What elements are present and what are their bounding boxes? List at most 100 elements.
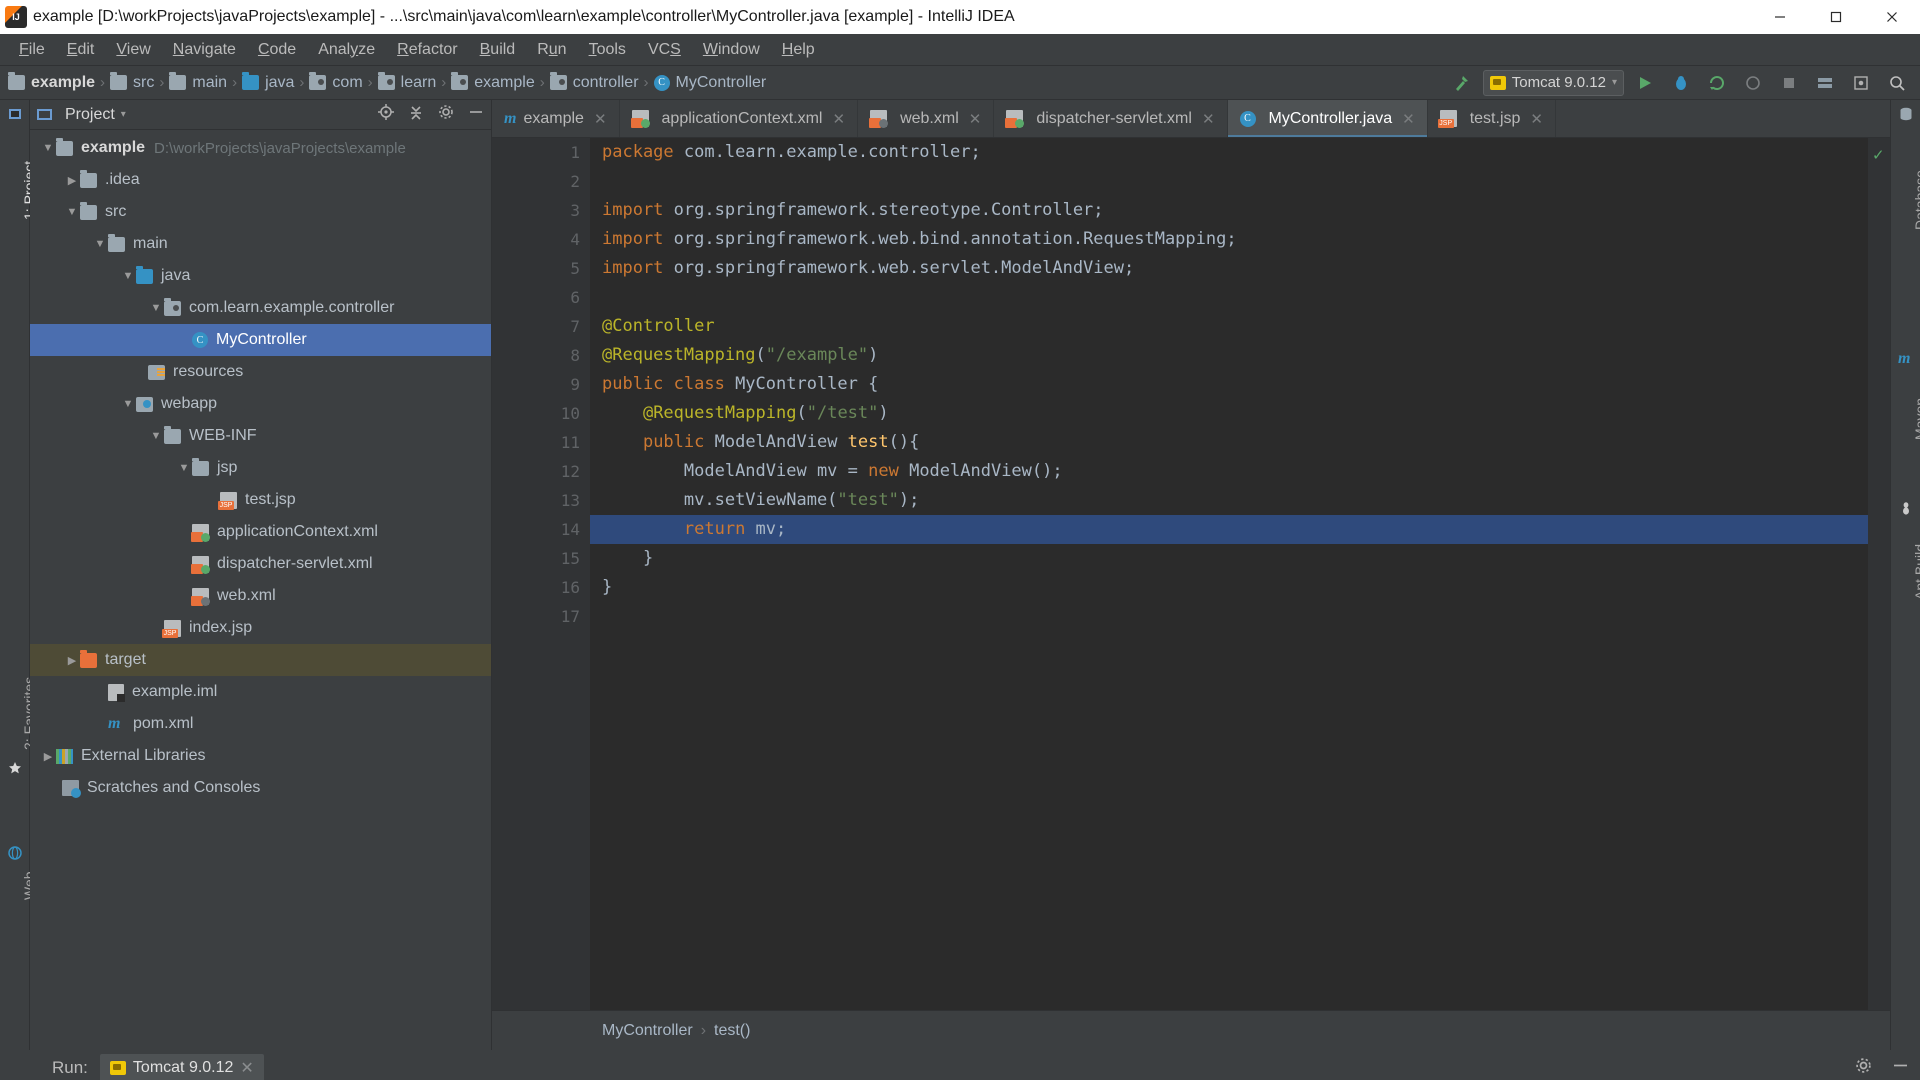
run-icon[interactable]	[1630, 70, 1660, 96]
chevron-down-icon[interactable]: ▼	[40, 140, 56, 156]
line-number: 4	[570, 230, 580, 249]
settings-icon[interactable]	[1846, 70, 1876, 96]
chevron-down-icon[interactable]: ▼	[120, 396, 136, 412]
breadcrumb-class[interactable]: MyController	[602, 1022, 693, 1040]
close-button[interactable]	[1864, 0, 1920, 34]
locate-file-icon[interactable]	[377, 103, 395, 126]
hide-panel-icon[interactable]	[467, 103, 485, 126]
menu-item-run[interactable]: Run	[526, 37, 577, 63]
tree-node-dispatcher-servlet[interactable]: dispatcher-servlet.xml	[30, 548, 491, 580]
menu-item-edit[interactable]: Edit	[56, 37, 106, 63]
hide-panel-icon[interactable]	[1891, 1056, 1910, 1080]
chevron-down-icon[interactable]: ▼	[64, 204, 80, 220]
chevron-right-icon[interactable]: ▶	[64, 172, 80, 188]
chevron-down-icon[interactable]: ▼	[148, 428, 164, 444]
code-line: @RequestMapping("/example")	[602, 345, 879, 365]
editor-gutter[interactable]: 1 2 3 4 5 6 7 8 9 10 11 12 13 14 15 16 1…	[492, 138, 590, 1010]
sidebar-item-maven[interactable]: Maven	[1912, 398, 1920, 440]
tree-node-example-iml[interactable]: example.iml	[30, 676, 491, 708]
chevron-down-icon[interactable]: ▼	[92, 236, 108, 252]
menu-item-code[interactable]: Code	[247, 37, 307, 63]
maximize-button[interactable]	[1808, 0, 1864, 34]
breadcrumb-mycontroller[interactable]: C MyController	[653, 74, 766, 92]
chevron-down-icon[interactable]: ▼	[176, 460, 192, 476]
menu-item-help[interactable]: Help	[771, 37, 826, 63]
stop-icon[interactable]	[1774, 70, 1804, 96]
debug-icon[interactable]	[1666, 70, 1696, 96]
editor-tab-dispatcher-servlet-xml[interactable]: dispatcher-servlet.xml ✕	[994, 100, 1228, 137]
deploy-icon[interactable]	[1810, 70, 1840, 96]
menu-item-navigate[interactable]: Navigate	[162, 37, 247, 63]
run-configuration-selector[interactable]: Tomcat 9.0.12 ▾	[1482, 69, 1624, 96]
tree-node-resources[interactable]: resources	[30, 356, 491, 388]
close-icon[interactable]: ✕	[832, 110, 845, 128]
update-app-icon[interactable]	[1702, 70, 1732, 96]
tree-node-mycontroller[interactable]: C MyController	[30, 324, 491, 356]
tree-node-package[interactable]: ▼ com.learn.example.controller	[30, 292, 491, 324]
editor-tab-web-xml[interactable]: web.xml ✕	[858, 100, 995, 137]
code-text-area[interactable]: package com.learn.example.controller; im…	[590, 138, 1868, 1010]
breadcrumb-controller[interactable]: controller	[549, 72, 639, 92]
close-icon[interactable]: ✕	[594, 110, 607, 128]
chevron-down-icon[interactable]: ▼	[120, 268, 136, 284]
menu-item-window[interactable]: Window	[692, 37, 771, 63]
close-icon[interactable]: ✕	[1202, 110, 1215, 128]
project-tree[interactable]: ▼ example D:\workProjects\javaProjects\e…	[30, 130, 491, 1050]
sidebar-item-ant-build[interactable]: Ant Build	[1912, 544, 1920, 600]
editor-tab-mycontroller-java[interactable]: C MyController.java ✕	[1227, 100, 1428, 137]
menu-item-tools[interactable]: Tools	[578, 37, 637, 63]
breadcrumb-method[interactable]: test()	[714, 1022, 750, 1040]
editor-tab-test-jsp[interactable]: test.jsp ✕	[1428, 100, 1556, 137]
menu-item-vcs[interactable]: VCS	[637, 37, 692, 63]
editor-tab-applicationcontext-xml[interactable]: applicationContext.xml ✕	[620, 100, 859, 137]
tree-node-target[interactable]: ▶ target	[30, 644, 491, 676]
close-icon[interactable]: ✕	[240, 1058, 253, 1078]
minimize-button[interactable]	[1752, 0, 1808, 34]
collapse-all-icon[interactable]	[407, 103, 425, 126]
tree-node-web-xml[interactable]: web.xml	[30, 580, 491, 612]
tree-node-src[interactable]: ▼ src	[30, 196, 491, 228]
breadcrumb-com[interactable]: com	[309, 72, 363, 92]
menu-item-build[interactable]: Build	[469, 37, 527, 63]
tree-node-external-libraries[interactable]: ▶ External Libraries	[30, 740, 491, 772]
settings-gear-icon[interactable]	[1854, 1056, 1873, 1080]
editor-tab-example[interactable]: m example ✕	[492, 100, 620, 137]
tree-node-pom-xml[interactable]: m pom.xml	[30, 708, 491, 740]
close-icon[interactable]: ✕	[1402, 110, 1415, 128]
run-config-tab[interactable]: Tomcat 9.0.12 ✕	[99, 1054, 264, 1080]
breadcrumb-java[interactable]: java	[242, 72, 295, 92]
chevron-down-icon[interactable]: ▼	[148, 300, 164, 316]
editor-marker-bar[interactable]: ✓	[1868, 138, 1890, 1010]
menu-item-refactor[interactable]: Refactor	[386, 37, 468, 63]
breadcrumb-label: java	[265, 73, 295, 91]
settings-gear-icon[interactable]	[437, 103, 455, 126]
chevron-right-icon[interactable]: ▶	[64, 652, 80, 668]
close-icon[interactable]: ✕	[969, 110, 982, 128]
tree-node-application-context[interactable]: applicationContext.xml	[30, 516, 491, 548]
tree-node-index-jsp[interactable]: index.jsp	[30, 612, 491, 644]
tree-node-idea[interactable]: ▶ .idea	[30, 164, 491, 196]
tree-node-jsp-folder[interactable]: ▼ jsp	[30, 452, 491, 484]
tree-node-webapp[interactable]: ▼ webapp	[30, 388, 491, 420]
menu-item-file[interactable]: File	[8, 37, 56, 63]
run-coverage-icon[interactable]	[1738, 70, 1768, 96]
breadcrumb-learn[interactable]: learn	[377, 72, 436, 92]
search-icon[interactable]	[1882, 70, 1912, 96]
menu-item-analyze[interactable]: Analyze	[307, 37, 386, 63]
build-icon[interactable]	[1447, 70, 1477, 96]
close-icon[interactable]: ✕	[1530, 110, 1543, 128]
breadcrumb-src[interactable]: src	[110, 72, 154, 92]
tree-node-test-jsp[interactable]: test.jsp	[30, 484, 491, 516]
chevron-right-icon[interactable]: ▶	[40, 748, 56, 764]
tree-node-example[interactable]: ▼ example D:\workProjects\javaProjects\e…	[30, 132, 491, 164]
tree-node-main[interactable]: ▼ main	[30, 228, 491, 260]
sidebar-item-database[interactable]: Database	[1912, 170, 1920, 230]
chevron-down-icon[interactable]: ▾	[121, 109, 126, 120]
menu-item-view[interactable]: View	[105, 37, 161, 63]
tree-node-java[interactable]: ▼ java	[30, 260, 491, 292]
breadcrumb-example-pkg[interactable]: example	[451, 72, 535, 92]
tree-node-webinf[interactable]: ▼ WEB-INF	[30, 420, 491, 452]
tree-node-scratches[interactable]: Scratches and Consoles	[30, 772, 491, 804]
breadcrumb-main[interactable]: main	[169, 72, 227, 92]
breadcrumb-example[interactable]: example	[8, 72, 95, 92]
